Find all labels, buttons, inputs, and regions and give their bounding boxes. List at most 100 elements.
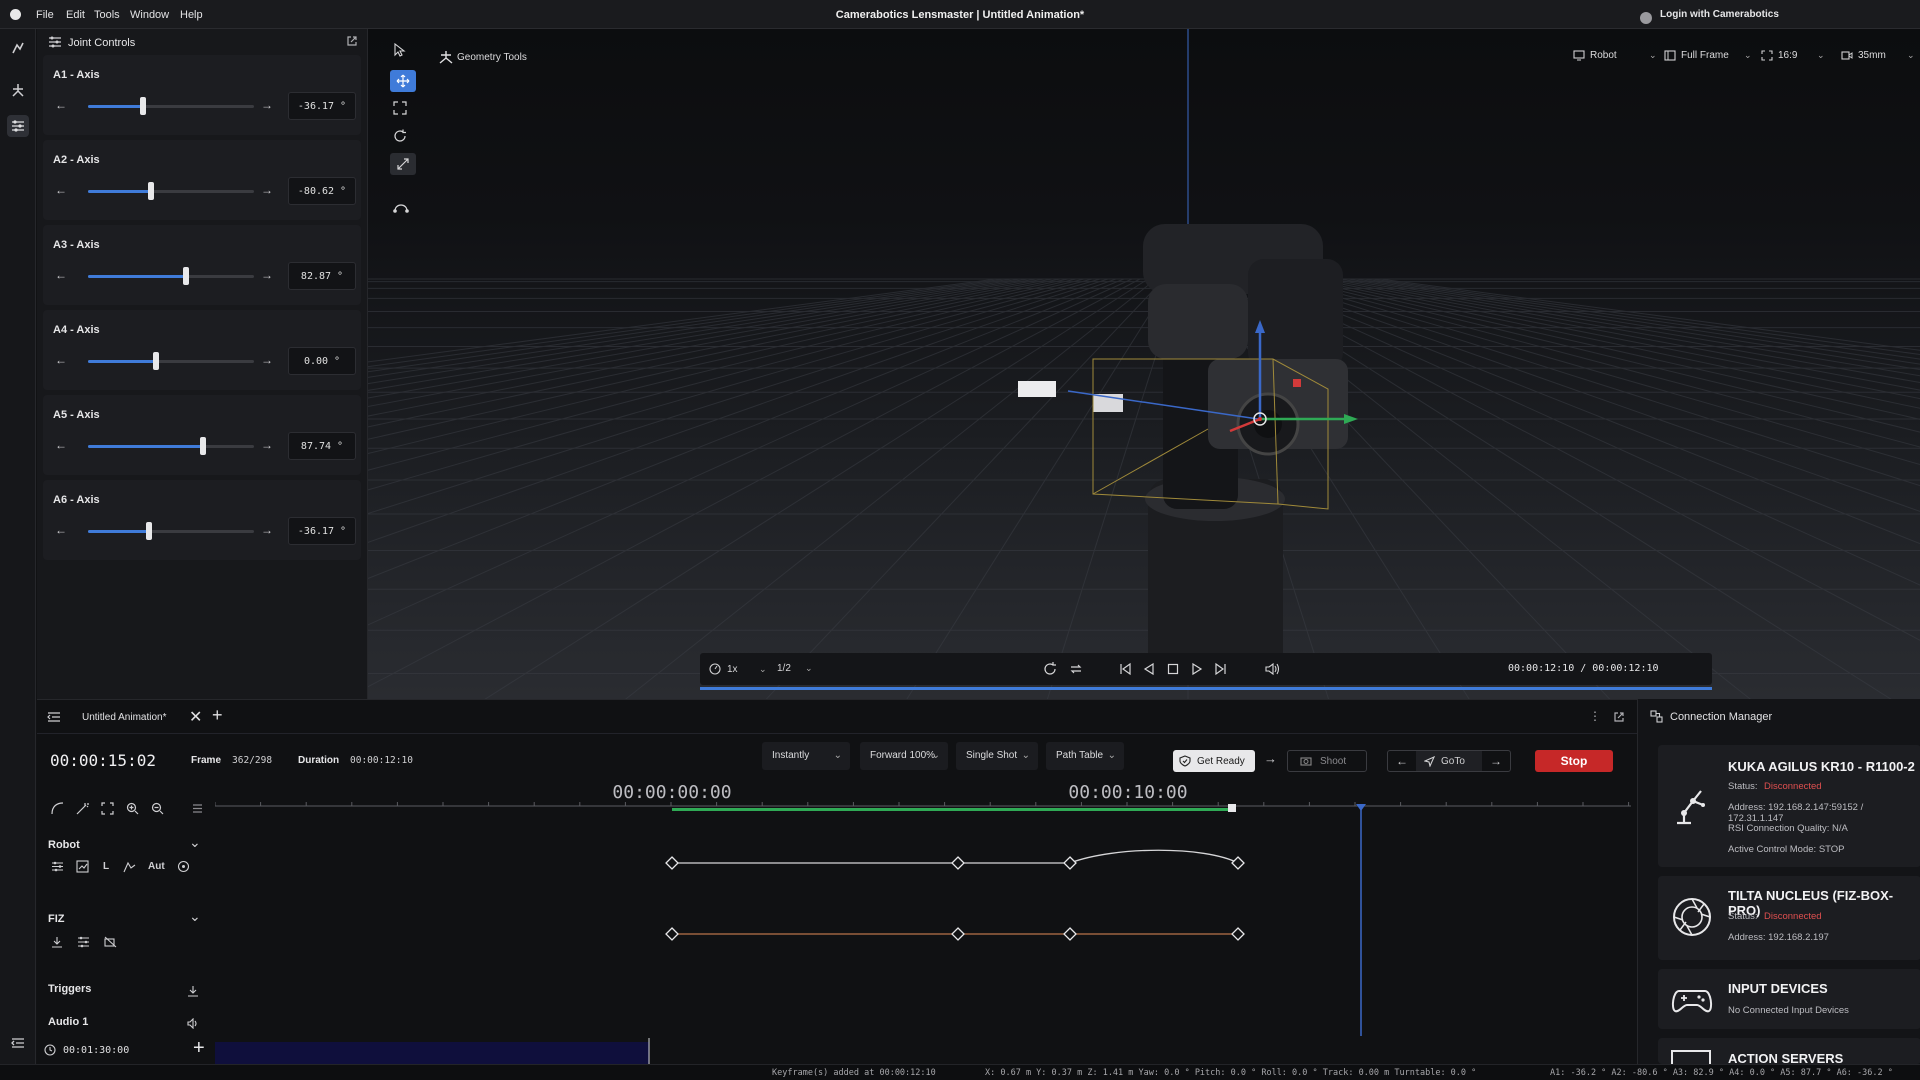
more-options-icon[interactable]: ⋮ <box>1589 709 1601 723</box>
close-tab-icon[interactable]: ✕ <box>189 707 202 727</box>
target-icon[interactable] <box>177 860 190 873</box>
menu-help[interactable]: Help <box>180 9 203 21</box>
curve-tool-icon[interactable] <box>51 802 64 815</box>
auto-mode-button[interactable]: Aut <box>148 861 165 872</box>
robot-view-dropdown[interactable]: Robot ⌄ <box>1573 50 1657 61</box>
decrement-arrow-icon[interactable]: ← <box>55 353 67 367</box>
add-tab-icon[interactable]: + <box>212 705 223 726</box>
tab-untitled-animation[interactable]: Untitled Animation* <box>82 712 167 723</box>
popout-icon[interactable] <box>1613 711 1625 723</box>
slider-thumb[interactable] <box>153 352 160 370</box>
decrement-arrow-icon[interactable]: ← <box>55 183 67 197</box>
increment-arrow-icon[interactable]: → <box>261 98 273 112</box>
axis-value-input[interactable]: 82.87 ° <box>288 262 356 290</box>
axis-value-input[interactable]: -36.17 ° <box>288 92 356 120</box>
collapse-panel-icon[interactable] <box>7 1032 29 1054</box>
device-card-kuka[interactable]: KUKA AGILUS KR10 - R1100-2 Status: Disco… <box>1658 745 1920 867</box>
direction-dropdown[interactable]: Forward 100% ⌄ <box>860 742 948 770</box>
axis-slider[interactable] <box>88 182 254 200</box>
list-view-icon[interactable] <box>192 803 203 814</box>
device-card-input[interactable]: INPUT DEVICES No Connected Input Devices <box>1658 969 1920 1029</box>
volume-icon[interactable] <box>1264 662 1280 676</box>
stop-button[interactable]: Stop <box>1535 750 1613 772</box>
device-card-tilta[interactable]: TILTA NUCLEUS (FIZ-BOX-PRO) Status: Disc… <box>1658 876 1920 960</box>
robot-sliders-icon[interactable] <box>51 860 64 873</box>
slider-thumb[interactable] <box>146 522 153 540</box>
goto-button[interactable]: GoTo <box>1416 751 1482 771</box>
lens-dropdown[interactable]: 35mm ⌄ <box>1841 50 1915 61</box>
play-icon[interactable] <box>1190 662 1204 676</box>
path-tool-icon[interactable] <box>393 199 409 213</box>
spline-icon[interactable] <box>123 860 136 873</box>
geometry-tools-icon[interactable] <box>438 49 454 65</box>
slider-thumb[interactable] <box>148 182 155 200</box>
decrement-arrow-icon[interactable]: ← <box>55 438 67 452</box>
scale-tool-icon[interactable] <box>393 101 407 115</box>
increment-arrow-icon[interactable]: → <box>261 523 273 537</box>
speed-dropdown[interactable]: 1x ⌄ <box>709 663 767 675</box>
audio-volume-icon[interactable] <box>187 1018 200 1029</box>
3d-viewport[interactable]: Geometry Tools Robot ⌄ Full Frame ⌄ 16:9… <box>368 29 1920 699</box>
goto-previous-icon[interactable]: ← <box>1396 754 1408 768</box>
shoot-button[interactable]: Shoot <box>1287 750 1367 772</box>
user-avatar-icon[interactable] <box>1640 12 1652 24</box>
menu-toggle-icon[interactable] <box>47 711 61 723</box>
loop-icon[interactable] <box>1068 661 1084 677</box>
goto-next-icon[interactable]: → <box>1490 754 1502 768</box>
increment-arrow-icon[interactable]: → <box>261 268 273 282</box>
rotate-tool-icon[interactable] <box>393 129 407 143</box>
zoom-out-icon[interactable] <box>151 802 164 815</box>
skip-end-icon[interactable] <box>1214 662 1228 676</box>
graph-icon[interactable] <box>76 860 89 873</box>
device-card-action-servers[interactable]: ACTION SERVERS <box>1658 1038 1920 1064</box>
fiz-sliders-icon[interactable] <box>77 936 90 948</box>
timeline-canvas[interactable]: 00:00:00:00 00:00:10:00 <box>215 776 1631 1066</box>
animation-icon[interactable] <box>7 37 29 59</box>
sync-icon[interactable] <box>1042 661 1058 677</box>
axis-value-input[interactable]: 87.74 ° <box>288 432 356 460</box>
slider-thumb[interactable] <box>139 97 146 115</box>
robot-track-chevron-icon[interactable]: ⌄ <box>189 834 201 851</box>
axis-value-input[interactable]: -36.17 ° <box>288 517 356 545</box>
decrement-arrow-icon[interactable]: ← <box>55 268 67 282</box>
popout-icon[interactable] <box>346 35 358 47</box>
move-tool-icon[interactable] <box>390 70 416 92</box>
robot-tool-icon[interactable] <box>7 79 29 101</box>
stop-playback-icon[interactable] <box>1166 662 1180 676</box>
zoom-in-icon[interactable] <box>126 802 139 815</box>
frame-dropdown[interactable]: Full Frame ⌄ <box>1664 50 1752 61</box>
play-reverse-icon[interactable] <box>1142 662 1156 676</box>
shot-mode-dropdown[interactable]: Single Shot ⌄ <box>956 742 1038 770</box>
login-button[interactable]: Login with Camerabotics <box>1660 9 1779 20</box>
axis-slider[interactable] <box>88 437 254 455</box>
triggers-download-icon[interactable] <box>187 985 199 997</box>
transform-tool-icon[interactable] <box>390 153 416 175</box>
decrement-arrow-icon[interactable]: ← <box>55 523 67 537</box>
axis-value-input[interactable]: 0.00 ° <box>288 347 356 375</box>
increment-arrow-icon[interactable]: → <box>261 353 273 367</box>
skip-start-icon[interactable] <box>1118 662 1132 676</box>
decrement-arrow-icon[interactable]: ← <box>55 98 67 112</box>
path-table-dropdown[interactable]: Path Table ⌄ <box>1046 742 1124 770</box>
linear-mode-button[interactable]: L <box>101 861 111 872</box>
axis-slider[interactable] <box>88 352 254 370</box>
camera-off-icon[interactable] <box>104 936 117 948</box>
increment-arrow-icon[interactable]: → <box>261 183 273 197</box>
menu-window[interactable]: Window <box>130 9 169 21</box>
add-track-icon[interactable]: + <box>193 1037 205 1060</box>
menu-edit[interactable]: Edit <box>66 9 85 21</box>
resolution-dropdown[interactable]: 1/2 ⌄ <box>777 663 813 674</box>
aspect-dropdown[interactable]: 16:9 ⌄ <box>1761 50 1825 61</box>
fiz-track-chevron-icon[interactable]: ⌄ <box>189 908 201 925</box>
axis-slider[interactable] <box>88 97 254 115</box>
axis-slider[interactable] <box>88 522 254 540</box>
geometry-tools-menu[interactable]: Geometry Tools <box>457 52 527 63</box>
axis-value-input[interactable]: -80.62 ° <box>288 177 356 205</box>
slider-thumb[interactable] <box>182 267 189 285</box>
select-tool-icon[interactable] <box>392 43 406 57</box>
slider-thumb[interactable] <box>199 437 206 455</box>
move-mode-dropdown[interactable]: Instantly ⌄ <box>762 742 850 770</box>
menu-tools[interactable]: Tools <box>94 9 120 21</box>
download-icon[interactable] <box>51 936 63 948</box>
joint-controls-icon[interactable] <box>7 115 29 137</box>
